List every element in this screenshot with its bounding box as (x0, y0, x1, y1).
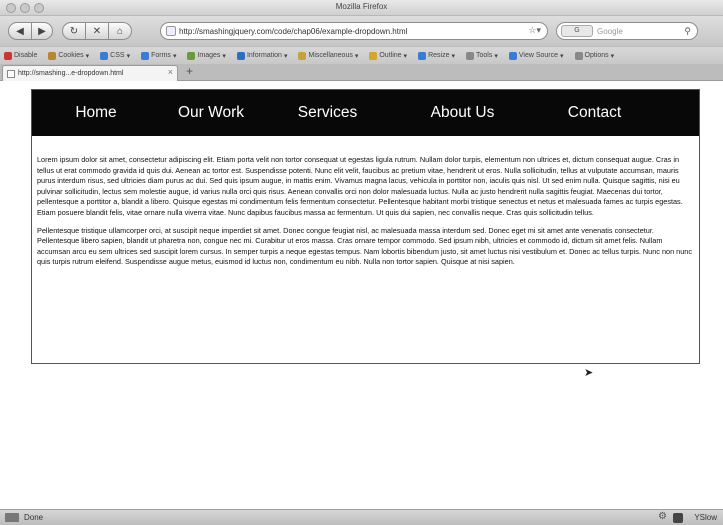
devbar-item-options[interactable]: Options ▾ (574, 51, 615, 60)
forms-icon (141, 51, 150, 60)
tab-example-dropdown[interactable]: http://smashing...e-dropdown.html × (2, 65, 178, 81)
new-tab-button[interactable]: + (186, 64, 193, 78)
bookmark-star-icon[interactable]: ☆▾ (528, 25, 541, 36)
reload-icon: ↻ (69, 25, 79, 37)
search-icon[interactable]: ⚲ (684, 26, 691, 37)
forward-button[interactable]: ▶ (31, 22, 53, 40)
chevron-down-icon: ▾ (126, 52, 131, 60)
stop-button[interactable]: ✕ (85, 22, 109, 40)
status-text: Done (24, 513, 44, 522)
home-icon: ⌂ (116, 25, 124, 37)
tab-strip: http://smashing...e-dropdown.html × + (0, 64, 723, 81)
view-source-icon (508, 51, 517, 60)
stop-icon: ✕ (92, 25, 102, 37)
chevron-down-icon: ▾ (222, 52, 226, 60)
devbar-item-miscellaneous[interactable]: Miscellaneous ▾ (298, 51, 359, 60)
page-favicon-icon (7, 70, 15, 78)
chevron-down-icon: ▾ (560, 52, 564, 60)
devbar-item-label: Information (246, 52, 282, 59)
window-title: Mozilla Firefox (335, 2, 388, 11)
chevron-down-icon: ▾ (283, 52, 288, 60)
status-bar: Done ⚙ YSlow (0, 509, 723, 525)
resize-icon (418, 51, 427, 60)
forward-arrow-icon: ▶ (38, 25, 46, 37)
site-identity-icon[interactable] (166, 26, 176, 36)
mouse-cursor-icon: ➤ (584, 367, 594, 379)
chevron-down-icon: ▾ (172, 52, 177, 60)
devbar-item-outline[interactable]: Outline ▾ (369, 51, 408, 60)
devbar-item-information[interactable]: Information ▾ (236, 51, 288, 60)
devbar-item-label: Options (584, 52, 609, 59)
devbar-item-label: Resize (428, 52, 450, 59)
window-title-bar: Mozilla Firefox (0, 0, 723, 16)
nav-link-contact[interactable]: Contact (532, 104, 657, 122)
chevron-down-icon: ▾ (403, 52, 408, 60)
devbar-item-disable[interactable]: Disable (4, 51, 38, 60)
tab-label: http://smashing...e-dropdown.html (18, 70, 124, 77)
body-paragraph: Pellentesque tristique ullamcorper orci,… (37, 225, 692, 267)
status-indicator-icon (5, 513, 19, 522)
home-button[interactable]: ⌂ (108, 22, 132, 40)
chevron-down-icon: ▾ (494, 52, 498, 60)
cookies-icon (48, 51, 57, 60)
yslow-icon[interactable] (673, 513, 683, 523)
devbar-item-css[interactable]: CSS ▾ (100, 51, 131, 60)
search-engine-selector[interactable]: G (561, 25, 593, 37)
site-body: Lorem ipsum dolor sit amet, consectetur … (32, 136, 699, 268)
body-paragraph: Lorem ipsum dolor sit amet, consectetur … (37, 155, 683, 217)
devbar-item-label: Cookies (58, 52, 84, 59)
devbar-item-label: Forms (151, 52, 171, 59)
site-navigation: Home Our Work Services About Us Contact (32, 90, 699, 136)
chevron-down-icon: ▾ (85, 52, 90, 60)
yslow-button[interactable]: YSlow (694, 513, 717, 522)
devbar-item-label: Miscellaneous (308, 52, 353, 59)
devbar-item-resize[interactable]: Resize ▾ (418, 51, 455, 60)
devbar-item-forms[interactable]: Forms ▾ (141, 51, 177, 60)
devbar-item-label: CSS (110, 52, 125, 59)
chevron-down-icon: ▾ (354, 52, 359, 60)
information-icon (236, 51, 245, 60)
reload-button[interactable]: ↻ (62, 22, 86, 40)
back-button[interactable]: ◀ (8, 22, 32, 40)
search-input[interactable]: G Google ⚲ (556, 22, 698, 40)
chevron-down-icon: ▾ (451, 52, 455, 60)
images-icon (187, 51, 196, 60)
nav-link-home[interactable]: Home (32, 104, 160, 122)
disable-icon (4, 51, 12, 60)
devbar-item-label: Images (197, 52, 221, 59)
options-icon (574, 51, 583, 60)
devbar-item-label: View Source (518, 52, 559, 59)
url-text: http://smashingjquery.com/code/chap06/ex… (179, 26, 408, 36)
close-tab-icon[interactable]: × (168, 67, 173, 77)
css-icon (100, 51, 109, 60)
tools-icon (465, 51, 474, 60)
devbar-item-label: Tools (475, 52, 493, 59)
devbar-item-view-source[interactable]: View Source ▾ (508, 51, 564, 60)
nav-link-services[interactable]: Services (262, 104, 393, 122)
outline-icon (369, 51, 378, 60)
web-developer-toolbar: Disable Cookies ▾ CSS ▾ Forms ▾ Images ▾ Informat… (0, 46, 723, 64)
devbar-item-cookies[interactable]: Cookies ▾ (48, 51, 90, 60)
search-placeholder: Google (597, 26, 623, 36)
gear-icon[interactable]: ⚙ (658, 511, 667, 522)
devbar-item-images[interactable]: Images ▾ (187, 51, 226, 60)
navigation-toolbar: ◀ ▶ ↻ ✕ ⌂ http://smashingjquery.com/code… (0, 16, 723, 46)
site-container: Home Our Work Services About Us Contact … (31, 89, 700, 364)
devbar-item-label: Outline (379, 52, 402, 59)
devbar-item-tools[interactable]: Tools ▾ (465, 51, 498, 60)
nav-link-about-us[interactable]: About Us (393, 104, 532, 122)
back-arrow-icon: ◀ (16, 25, 24, 37)
nav-link-our-work[interactable]: Our Work (160, 104, 262, 122)
page-content: Home Our Work Services About Us Contact … (0, 81, 723, 509)
miscellaneous-icon (298, 51, 307, 60)
url-bar[interactable]: http://smashingjquery.com/code/chap06/ex… (160, 22, 548, 40)
chevron-down-icon: ▾ (610, 52, 615, 60)
devbar-item-label: Disable (14, 52, 38, 59)
